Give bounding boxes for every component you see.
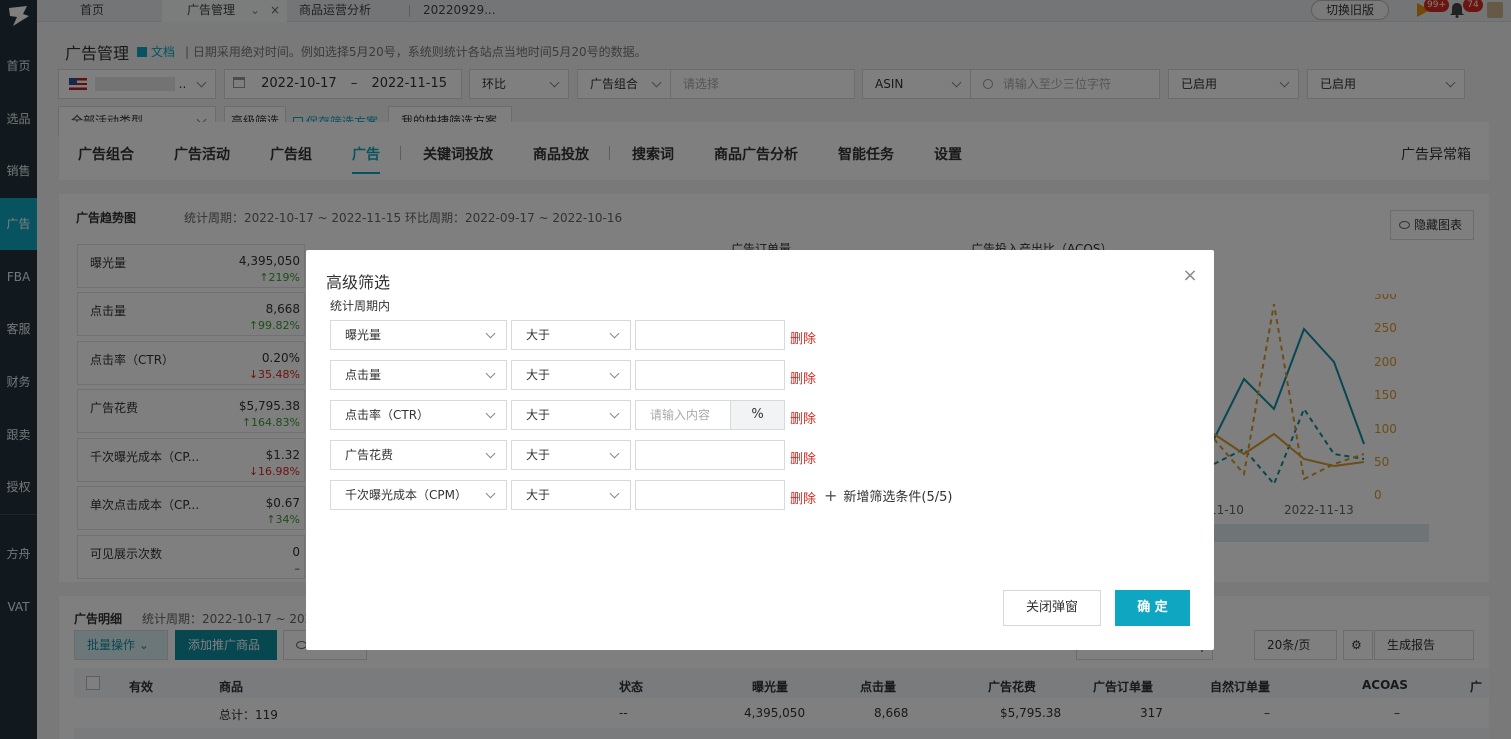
- field-select[interactable]: 千次曝光成本（CPM）: [330, 480, 507, 510]
- filter-row: 曝光量 大于 删除: [330, 320, 1030, 350]
- delete-button[interactable]: 删除: [790, 488, 816, 507]
- operator-value: 大于: [526, 448, 551, 462]
- filter-row: 点击率（CTR） 大于 请输入内容% 删除: [330, 400, 1030, 430]
- confirm-button[interactable]: 确 定: [1115, 590, 1190, 626]
- chevron-down-icon: [609, 448, 620, 459]
- delete-button[interactable]: 删除: [790, 448, 816, 467]
- field-value: 千次曝光成本（CPM）: [345, 488, 467, 502]
- operator-value: 大于: [526, 328, 551, 342]
- modal-title: 高级筛选: [326, 273, 391, 292]
- field-value: 广告花费: [345, 448, 394, 462]
- chevron-down-icon: [485, 368, 496, 379]
- operator-value: 大于: [526, 408, 551, 422]
- chevron-down-icon: [485, 488, 496, 499]
- chevron-down-icon: [485, 408, 496, 419]
- chevron-down-icon: [485, 328, 496, 339]
- delete-button[interactable]: 删除: [790, 328, 816, 347]
- advanced-filter-modal: 高级筛选 × 统计周期内 曝光量 大于 删除 点击量 大于 删除 点击率（CTR…: [306, 250, 1214, 650]
- add-condition-button[interactable]: + 新增筛选条件(5/5): [824, 486, 952, 505]
- value-input[interactable]: [635, 440, 785, 470]
- value-input[interactable]: 请输入内容%: [635, 400, 785, 430]
- field-select[interactable]: 曝光量: [330, 320, 507, 350]
- modal-subtitle: 统计周期内: [330, 299, 391, 313]
- field-value: 曝光量: [345, 328, 382, 342]
- percent-suffix: %: [730, 401, 784, 429]
- filter-row: 点击量 大于 删除: [330, 360, 1030, 390]
- plus-icon: +: [824, 486, 838, 505]
- chevron-down-icon: [609, 488, 620, 499]
- operator-select[interactable]: 大于: [511, 480, 631, 510]
- chevron-down-icon: [609, 328, 620, 339]
- operator-select[interactable]: 大于: [511, 400, 631, 430]
- delete-button[interactable]: 删除: [790, 368, 816, 387]
- operator-select[interactable]: 大于: [511, 320, 631, 350]
- delete-button[interactable]: 删除: [790, 408, 816, 427]
- field-value: 点击率（CTR）: [345, 408, 430, 422]
- field-select[interactable]: 广告花费: [330, 440, 507, 470]
- value-input[interactable]: [635, 320, 785, 350]
- operator-select[interactable]: 大于: [511, 440, 631, 470]
- operator-value: 大于: [526, 488, 551, 502]
- add-condition-label: 新增筛选条件(5/5): [843, 490, 953, 505]
- filter-row: 广告花费 大于 删除: [330, 440, 1030, 470]
- operator-value: 大于: [526, 368, 551, 382]
- chevron-down-icon: [609, 368, 620, 379]
- operator-select[interactable]: 大于: [511, 360, 631, 390]
- close-modal-button[interactable]: 关闭弹窗: [1003, 590, 1101, 626]
- field-select[interactable]: 点击率（CTR）: [330, 400, 507, 430]
- value-input[interactable]: [635, 360, 785, 390]
- chevron-down-icon: [609, 408, 620, 419]
- chevron-down-icon: [485, 448, 496, 459]
- value-input[interactable]: [635, 480, 785, 510]
- filter-row: 千次曝光成本（CPM） 大于 删除 + 新增筛选条件(5/5): [330, 480, 1030, 510]
- value-placeholder: 请输入内容: [650, 408, 711, 422]
- field-select[interactable]: 点击量: [330, 360, 507, 390]
- field-value: 点击量: [345, 368, 382, 382]
- close-icon[interactable]: ×: [1182, 267, 1198, 285]
